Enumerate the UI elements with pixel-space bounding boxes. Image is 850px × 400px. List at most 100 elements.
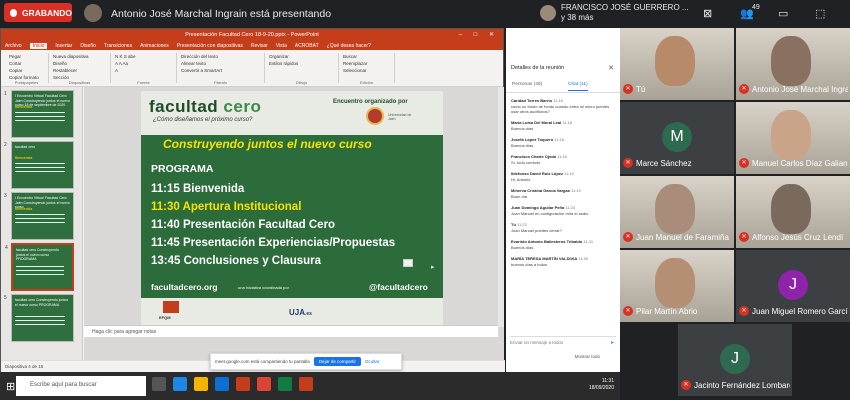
ribbon-tab-2[interactable]: Insertar <box>55 43 72 49</box>
chat-message: Evaristo Antonio Ballesteros Tribaldo 11… <box>511 239 616 250</box>
chrome-icon[interactable] <box>257 377 271 391</box>
ribbon-command[interactable]: Convertir a SmartArt <box>181 67 260 74</box>
panel-title: Detalles de la reunión <box>511 65 565 71</box>
ribbon-tab-1[interactable]: Inicio <box>29 42 48 49</box>
ribbon-command[interactable]: Copiar <box>9 67 44 74</box>
thumb-number: 3 <box>4 193 7 199</box>
file-explorer-icon[interactable] <box>194 377 208 391</box>
mic-off-icon: ✕ <box>681 380 691 390</box>
stop-sharing-button[interactable]: Dejar de compartir <box>313 357 361 366</box>
participant-tile[interactable]: ✕ Antonio José Marchal Ingrain <box>736 28 850 100</box>
excel-icon[interactable] <box>278 377 292 391</box>
website-link: facultadcero.org <box>151 282 218 292</box>
ribbon-group-label: Fuente <box>137 80 150 85</box>
hide-button[interactable]: Ocultar <box>365 359 380 364</box>
taskbar-search[interactable]: Escribe aquí para buscar <box>16 376 146 396</box>
ribbon-tab-4[interactable]: Transiciones <box>104 43 132 49</box>
slide-thumbnail[interactable]: 3I Encuentro Virtual Facultad Cero Jaén … <box>4 192 74 240</box>
slide-thumbnail[interactable]: 2 facultad cero Bienvenida <box>4 141 74 189</box>
participant-name: Alfonso Jesús Cruz Lendí <box>752 233 844 242</box>
ribbon-command[interactable]: Diseño <box>53 60 106 67</box>
participant-tile[interactable]: ✕ Alfonso Jesús Cruz Lendí <box>736 176 850 248</box>
ribbon-command[interactable]: Reemplazar <box>343 60 390 67</box>
initiative-label: una iniciativa coordinada por <box>238 285 289 290</box>
powerpoint-icon[interactable] <box>236 377 250 391</box>
slide-thumbnails[interactable]: 1I Encuentro Virtual Facultad Cero Jaén … <box>1 87 83 365</box>
ribbon-tab-7[interactable]: Revisar <box>251 43 268 49</box>
participant-tile[interactable]: ✕ Manuel Carlos Díaz Galiano <box>736 102 850 174</box>
powerpoint-window-icon[interactable] <box>299 377 313 391</box>
layout-icon[interactable]: ⊠ <box>703 7 712 20</box>
ribbon-command[interactable]: Estilos rápidos <box>269 60 334 67</box>
message-time: 11:16 <box>554 137 564 142</box>
message-text: Buenos días <box>511 126 534 131</box>
participant-tile[interactable]: ✕ Juan Manuel de Faramiña <box>620 176 734 248</box>
ribbon-command[interactable]: Nueva diapositiva <box>53 53 106 60</box>
thumb-lines <box>15 214 65 226</box>
thumb-title: facultad cero Construyendo juntos el nue… <box>16 248 59 261</box>
chat-icon[interactable]: ▭ <box>778 7 788 20</box>
ribbon-group-5: Buscar Reemplazar Seleccionar Edición <box>339 53 395 85</box>
ppt-window-controls[interactable]: – □ ✕ <box>459 31 499 38</box>
chat-input[interactable]: Enviar un mensaje a todos ➤ <box>510 336 616 348</box>
task-view-icon[interactable] <box>152 377 166 391</box>
ribbon-tab-5[interactable]: Animaciones <box>140 43 169 49</box>
participant-video <box>771 36 811 86</box>
ribbon-group-label: Dibujo <box>295 80 308 85</box>
slide-thumbnail[interactable]: 1I Encuentro Virtual Facultad Cero Jaén … <box>4 90 74 138</box>
powerpoint-window: Presentación Facultad Cero 18-9-20.pptx … <box>0 28 505 372</box>
ribbon-command[interactable]: Seleccionar <box>343 67 390 74</box>
show-all-link[interactable]: Mostrar todo <box>506 354 620 364</box>
ribbon-command[interactable]: N K S abe <box>115 53 172 60</box>
ribbon-tab-0[interactable]: Archivo <box>5 43 22 49</box>
raised-hands-text: FRANCISCO JOSÉ GUERRERO ... y 38 más <box>561 3 689 22</box>
close-icon[interactable]: ✕ <box>608 64 614 72</box>
slide-thumbnail[interactable]: 5 facultad cero Construyendo juntos el nu… <box>4 294 74 342</box>
message-text: Hi, Antonio <box>511 177 531 182</box>
participant-tile[interactable]: ✕ Pilar Martín Abrio <box>620 250 734 322</box>
participant-avatar: J <box>778 270 808 300</box>
participant-tile[interactable]: J ✕ Jacinto Fernández Lombardo <box>678 324 792 396</box>
participant-tile[interactable]: M ✕ Marce Sánchez <box>620 102 734 174</box>
mail-icon[interactable] <box>215 377 229 391</box>
chat-message: Tú 11:23 Juan Manuel puedes cerrar? <box>511 222 616 233</box>
ribbon-group-4: Organizar Estilos rápidos Dibujo <box>265 53 339 85</box>
participant-name: Juan Manuel de Faramiña <box>636 233 729 242</box>
meeting-details-panel: Detalles de la reunión ✕ Personas (49) C… <box>506 28 620 372</box>
ppt-window-title: Presentación Facultad Cero 18-9-20.pptx … <box>185 32 319 38</box>
program-item: 11:15 Bienvenida <box>151 183 245 195</box>
slide-thumbnail[interactable]: 4 facultad cero Construyendo juntos el nu… <box>5 243 74 291</box>
chat-message: Ildefonso David Ruiz López 11:19 Hi, Anto… <box>511 171 616 182</box>
presenter-avatar <box>84 4 102 22</box>
ribbon-command[interactable]: Buscar <box>343 53 390 60</box>
ribbon-command[interactable]: Dirección del texto <box>181 53 260 60</box>
ribbon-tab-8[interactable]: Vista <box>276 43 287 49</box>
ribbon-command[interactable]: A <box>115 67 172 74</box>
ribbon-command[interactable]: Restablecer <box>53 67 106 74</box>
ribbon-command[interactable]: Alinear texto <box>181 60 260 67</box>
ribbon-command[interactable]: Pegar <box>9 53 44 60</box>
ribbon-command[interactable]: Organizar <box>269 53 334 60</box>
participant-tile[interactable]: J ✕ Juan Miguel Romero García <box>736 250 850 322</box>
send-icon[interactable]: ➤ <box>610 340 614 346</box>
notes-pane[interactable]: Haga clic para agregar notas <box>84 325 498 337</box>
tab-people[interactable]: Personas (49) <box>512 82 542 87</box>
edge-icon[interactable] <box>173 377 187 391</box>
ribbon-tab-9[interactable]: ACROBAT <box>295 43 319 49</box>
participant-tile[interactable]: ✕ Tú <box>620 28 734 100</box>
editor-scrollbar[interactable] <box>498 87 504 327</box>
raised-hands-notice[interactable]: FRANCISCO JOSÉ GUERRERO ... y 38 más <box>540 3 689 23</box>
participant-count: 49 <box>752 4 760 11</box>
windows-start-icon[interactable]: ⊞ <box>6 380 15 393</box>
mic-off-icon: ✕ <box>623 232 633 242</box>
activities-icon[interactable]: ⬚ <box>815 7 825 20</box>
tab-chat[interactable]: Chat (11) <box>568 82 588 91</box>
recording-badge: GRABANDO <box>4 3 72 22</box>
ribbon-tab-3[interactable]: Diseño <box>80 43 96 49</box>
ribbon-command[interactable]: Cortar <box>9 60 44 67</box>
ribbon-tab-10[interactable]: ¿Qué desea hacer? <box>327 43 371 49</box>
ribbon-tab-6[interactable]: Presentación con diapositivas <box>177 43 243 49</box>
participant-name: Manuel Carlos Díaz Galiano <box>752 159 848 168</box>
efqm-logo <box>163 301 179 313</box>
ribbon-command[interactable]: A A Aa <box>115 60 172 67</box>
